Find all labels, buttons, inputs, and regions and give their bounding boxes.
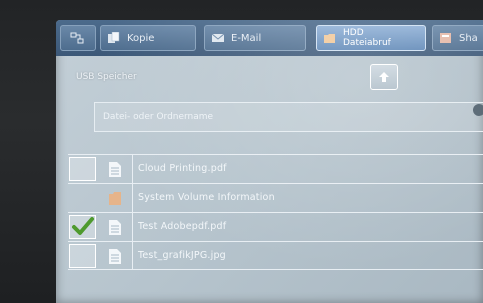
file-name: Cloud Printing.pdf [138, 163, 227, 174]
tab-hdd-label-line1: HDD [343, 28, 364, 38]
row-divider [132, 242, 133, 270]
home-icon [70, 32, 84, 44]
list-item[interactable]: System Volume Information [68, 183, 483, 212]
arrow-up-icon [379, 72, 389, 82]
folder-up-button[interactable] [370, 64, 398, 90]
list-item[interactable]: Cloud Printing.pdf [68, 154, 483, 183]
file-list: Cloud Printing.pdf System Volume Informa… [68, 154, 483, 270]
tab-kopie-label: Kopie [127, 32, 155, 44]
select-checkbox[interactable] [69, 244, 96, 268]
file-name-placeholder: Datei- oder Ordnername [103, 112, 214, 122]
folder-icon [109, 192, 121, 205]
document-icon [109, 249, 121, 264]
mode-tab-bar: Kopie E-Mail HDD Dateiabruf Sha [56, 20, 483, 56]
file-name: Test Adobepdf.pdf [138, 221, 227, 232]
tab-email-label: E-Mail [231, 32, 262, 44]
list-item[interactable]: Test Adobepdf.pdf [68, 212, 483, 241]
row-divider [132, 184, 133, 212]
copy-icon [108, 32, 120, 43]
select-checkbox[interactable] [69, 157, 96, 181]
tab-hdd-dateiabruf[interactable]: HDD Dateiabruf [316, 25, 426, 51]
document-icon [109, 162, 121, 177]
row-divider [132, 155, 133, 183]
touch-screen: Kopie E-Mail HDD Dateiabruf Sha USB Spei… [56, 20, 483, 303]
file-name: Test_grafikJPG.jpg [138, 250, 226, 261]
folder-icon [324, 34, 335, 43]
document-icon [109, 220, 121, 235]
file-name-field[interactable]: Datei- oder Ordnername [94, 102, 483, 132]
checkmark-icon [72, 217, 94, 235]
tab-email[interactable]: E-Mail [204, 25, 306, 51]
location-title: USB Speicher [76, 72, 137, 82]
list-item[interactable]: Test_grafikJPG.jpg [68, 241, 483, 270]
tab-hdd-label-line2: Dateiabruf [343, 38, 391, 48]
select-checkbox[interactable] [69, 215, 96, 239]
home-button[interactable] [60, 25, 96, 51]
search-icon[interactable] [473, 104, 483, 116]
tab-share[interactable]: Sha [432, 25, 483, 51]
device-bezel: Kopie E-Mail HDD Dateiabruf Sha USB Spei… [0, 0, 483, 303]
tab-kopie[interactable]: Kopie [100, 25, 196, 51]
checkbox-placeholder [69, 186, 96, 210]
tab-share-label: Sha [459, 32, 478, 44]
email-icon [211, 33, 225, 42]
share-icon [440, 33, 451, 43]
folder-name: System Volume Information [138, 192, 275, 203]
row-divider [132, 213, 133, 241]
